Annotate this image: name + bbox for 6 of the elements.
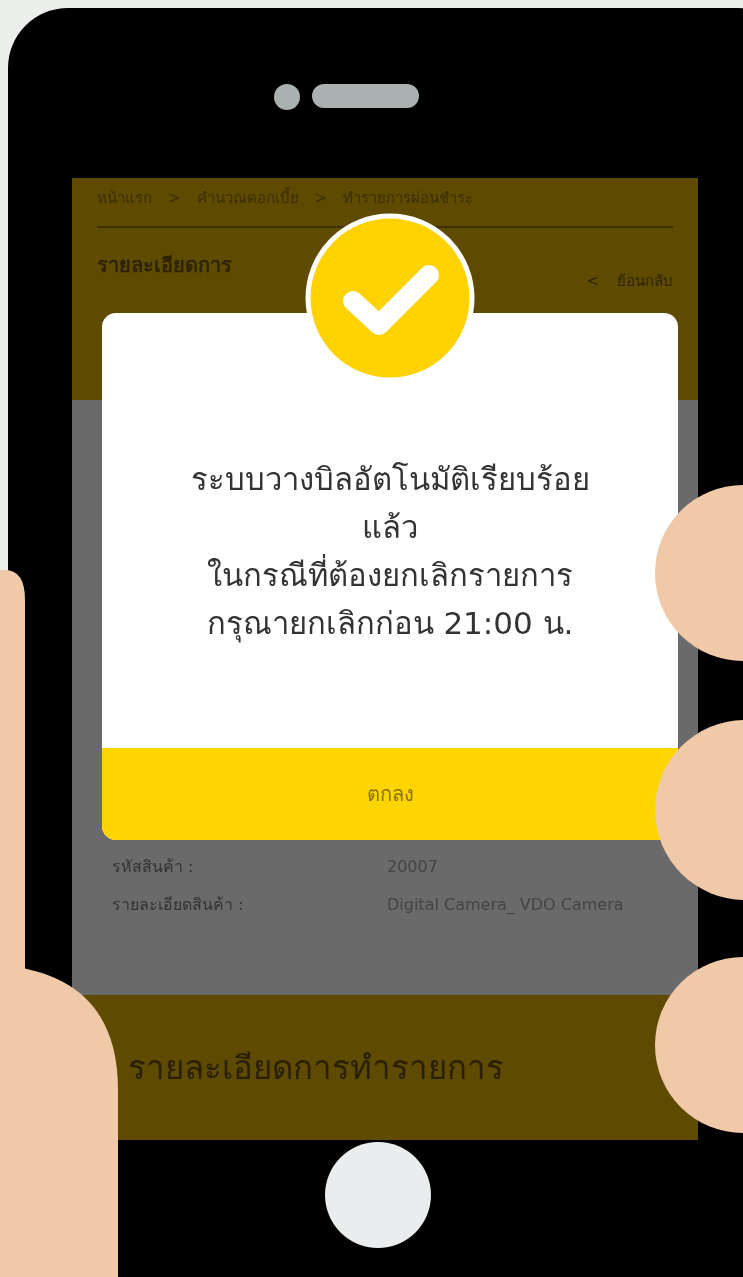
- ok-button[interactable]: ตกลง: [102, 748, 678, 840]
- breadcrumb-separator: >: [314, 187, 328, 209]
- breadcrumb-separator: >: [168, 187, 181, 209]
- dialog-message: ระบบวางบิลอัตโนมัติเรียบร้อย แล้ว ในกรณีที่ต้องยกเลิกรายการ กรุณายกเลิกก่อน 21:00 น.: [190, 459, 590, 645]
- detail-label: รายละเอียดสินค้า :: [112, 894, 245, 916]
- detail-label: รหัสสินค้า :: [112, 856, 195, 878]
